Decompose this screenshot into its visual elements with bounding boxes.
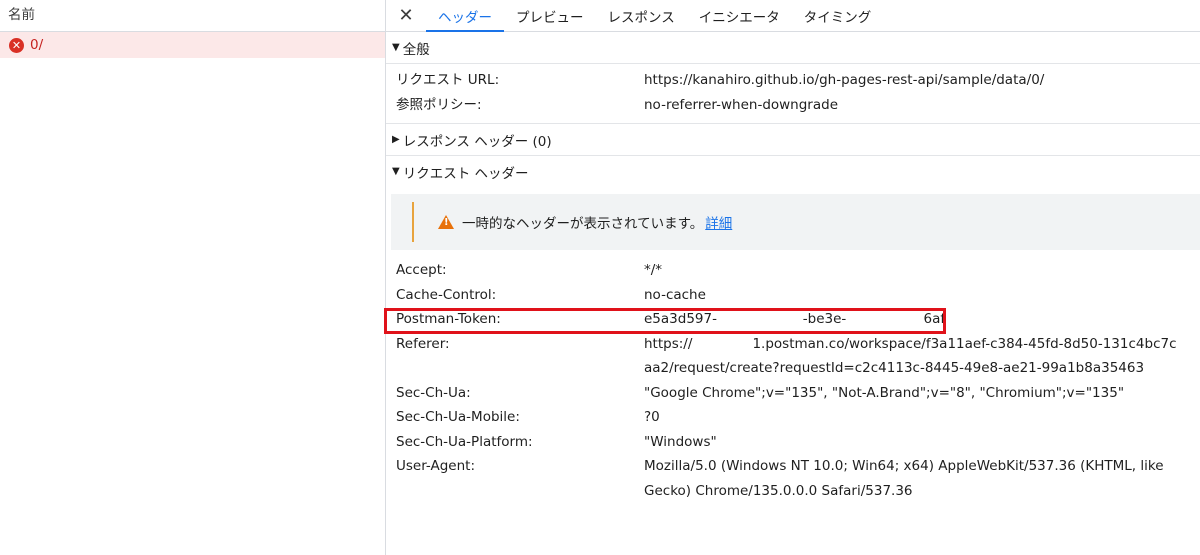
header-key: Sec-Ch-Ua-Mobile: xyxy=(396,409,520,425)
warning-icon: ! xyxy=(438,215,454,229)
tab-response[interactable]: レスポンス xyxy=(596,0,687,31)
triangle-down-icon: ▼ xyxy=(392,166,400,177)
tab-headers[interactable]: ヘッダー xyxy=(426,0,504,32)
request-headers-section: Accept: */* Cache-Control: no-cache Post… xyxy=(386,256,1200,509)
header-row: 参照ポリシー: no-referrer-when-downgrade xyxy=(386,93,1200,118)
header-key: Sec-Ch-Ua: xyxy=(396,384,471,401)
header-key: User-Agent: xyxy=(396,458,475,474)
header-row: Sec-Ch-Ua-Mobile: ?0 xyxy=(386,405,1200,430)
tab-preview[interactable]: プレビュー xyxy=(504,0,596,31)
learn-more-link[interactable]: 詳細 xyxy=(705,212,732,232)
error-icon: ✕ xyxy=(9,37,24,53)
warning-text: 一時的なヘッダーが表示されています。 xyxy=(462,216,704,232)
request-row[interactable]: ✕ 0/ xyxy=(0,32,385,58)
header-row: Sec-Ch-Ua: "Google Chrome";v="135", "Not… xyxy=(386,381,1200,406)
header-row: Accept: */* xyxy=(386,258,1200,283)
tab-initiator[interactable]: イニシエータ xyxy=(687,0,792,31)
request-headers-toggle[interactable]: ▼ リクエスト ヘッダー xyxy=(386,156,1200,187)
header-value: "Google Chrome";v="135", "Not-A.Brand";v… xyxy=(644,384,1125,401)
tab-timing[interactable]: タイミング xyxy=(792,0,884,31)
header-value: e5a3d597- -be3e- 6af xyxy=(644,311,946,327)
header-key: Sec-Ch-Ua-Platform: xyxy=(396,433,533,450)
warning-content: ! 一時的なヘッダーが表示されています。 詳細 xyxy=(438,194,732,250)
header-row: リクエスト URL: https://kanahiro.github.io/gh… xyxy=(386,68,1200,93)
header-key: リクエスト URL: xyxy=(396,72,500,88)
header-key: Cache-Control: xyxy=(396,286,497,303)
general-section: リクエスト URL: https://kanahiro.github.io/gh… xyxy=(386,64,1200,124)
header-value: Mozilla/5.0 (Windows NT 10.0; Win64; x64… xyxy=(644,458,1164,499)
header-row: Postman-Token: e5a3d597- -be3e- 6af xyxy=(386,307,1200,332)
header-key: Referer: xyxy=(396,335,450,352)
header-key: 参照ポリシー: xyxy=(396,96,482,113)
header-value: */* xyxy=(644,262,663,278)
header-row: Cache-Control: no-cache xyxy=(386,283,1200,308)
request-name: 0/ xyxy=(30,37,44,53)
header-key: Postman-Token: xyxy=(396,311,501,327)
request-list-panel: 名前 ✕ 0/ xyxy=(0,0,386,555)
header-value: no-referrer-when-downgrade xyxy=(644,96,839,113)
name-column-header[interactable]: 名前 xyxy=(0,0,385,32)
header-value: no-cache xyxy=(644,286,706,303)
general-section-toggle[interactable]: ▼ 全般 xyxy=(386,32,1200,64)
header-value: ?0 xyxy=(644,409,660,425)
header-value: https://kanahiro.github.io/gh-pages-rest… xyxy=(644,72,1045,88)
header-value: "Windows" xyxy=(644,433,717,450)
header-row: User-Agent: Mozilla/5.0 (Windows NT 10.0… xyxy=(386,454,1200,503)
general-section-title: 全般 xyxy=(402,41,430,58)
header-value: https:// 1.postman.co/workspace/f3a11aef… xyxy=(644,335,1177,377)
response-headers-toggle[interactable]: ▶ レスポンス ヘッダー (0) xyxy=(386,124,1200,156)
header-row: Referer: https:// 1.postman.co/workspace… xyxy=(386,332,1200,381)
request-headers-title: リクエスト ヘッダー xyxy=(402,165,529,182)
provisional-headers-warning: ! 一時的なヘッダーが表示されています。 詳細 xyxy=(391,194,1200,250)
header-row: Sec-Ch-Ua-Platform: "Windows" xyxy=(386,430,1200,455)
triangle-down-icon: ▼ xyxy=(392,42,400,53)
request-details-panel: ✕ ヘッダー プレビュー レスポンス イニシエータ タイミング ▼ 全般 リクエ… xyxy=(386,0,1200,555)
header-key: Accept: xyxy=(396,262,447,278)
response-headers-title: レスポンス ヘッダー (0) xyxy=(402,133,552,150)
close-icon[interactable]: ✕ xyxy=(386,0,426,31)
warning-accent-bar xyxy=(412,202,414,242)
details-tabbar: ✕ ヘッダー プレビュー レスポンス イニシエータ タイミング xyxy=(386,0,1200,32)
triangle-right-icon: ▶ xyxy=(392,134,400,145)
